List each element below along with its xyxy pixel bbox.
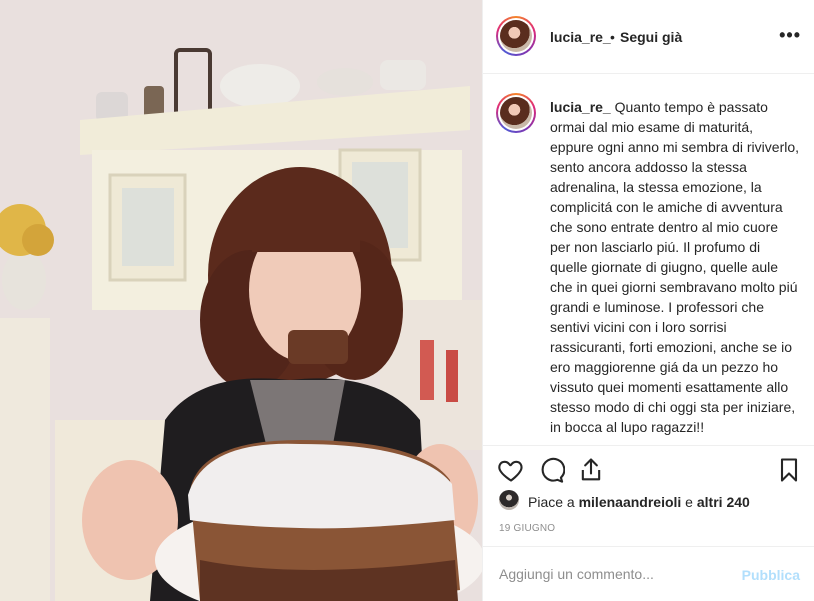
comment-input[interactable] xyxy=(499,566,729,582)
action-bar xyxy=(483,452,814,488)
follow-button[interactable]: Segui già xyxy=(620,29,682,45)
author-avatar[interactable] xyxy=(496,16,536,56)
publish-button[interactable]: Pubblica xyxy=(742,567,800,583)
caption-body: Quanto tempo è passato ormai dal mio esa… xyxy=(550,99,800,435)
bookmark-icon[interactable] xyxy=(775,456,803,484)
post-photo-illustration xyxy=(0,0,482,601)
likes-prefix: Piace a xyxy=(528,494,579,510)
comment-bar: Pubblica xyxy=(483,546,814,601)
more-options-icon[interactable]: ••• xyxy=(779,25,801,46)
likes-summary: Piace a milenaandreioli e altri 240 xyxy=(483,490,814,514)
post-date[interactable]: 19 GIUGNO xyxy=(499,523,555,534)
post-panel: lucia_re_ • Segui già ••• lucia_re_ Quan… xyxy=(482,0,814,601)
likes-text: Piace a milenaandreioli e altri 240 xyxy=(528,494,750,510)
comment-icon[interactable] xyxy=(537,456,565,484)
caption-avatar[interactable] xyxy=(496,93,536,133)
liker-avatar[interactable] xyxy=(499,490,519,510)
separator-dot: • xyxy=(610,29,615,45)
post-photo[interactable] xyxy=(0,0,482,601)
post-header: lucia_re_ • Segui già ••• xyxy=(483,0,814,74)
caption-text: lucia_re_ Quanto tempo è passato ormai d… xyxy=(550,97,800,437)
likes-others-link[interactable]: altri 240 xyxy=(697,494,750,510)
share-icon[interactable] xyxy=(577,456,605,484)
heart-icon[interactable] xyxy=(497,456,525,484)
author-username[interactable]: lucia_re_ xyxy=(550,29,611,45)
liker-username[interactable]: milenaandreioli xyxy=(579,494,682,510)
caption-username[interactable]: lucia_re_ xyxy=(550,99,611,115)
likes-connector: e xyxy=(681,494,697,510)
post-caption: lucia_re_ Quanto tempo è passato ormai d… xyxy=(483,74,814,446)
